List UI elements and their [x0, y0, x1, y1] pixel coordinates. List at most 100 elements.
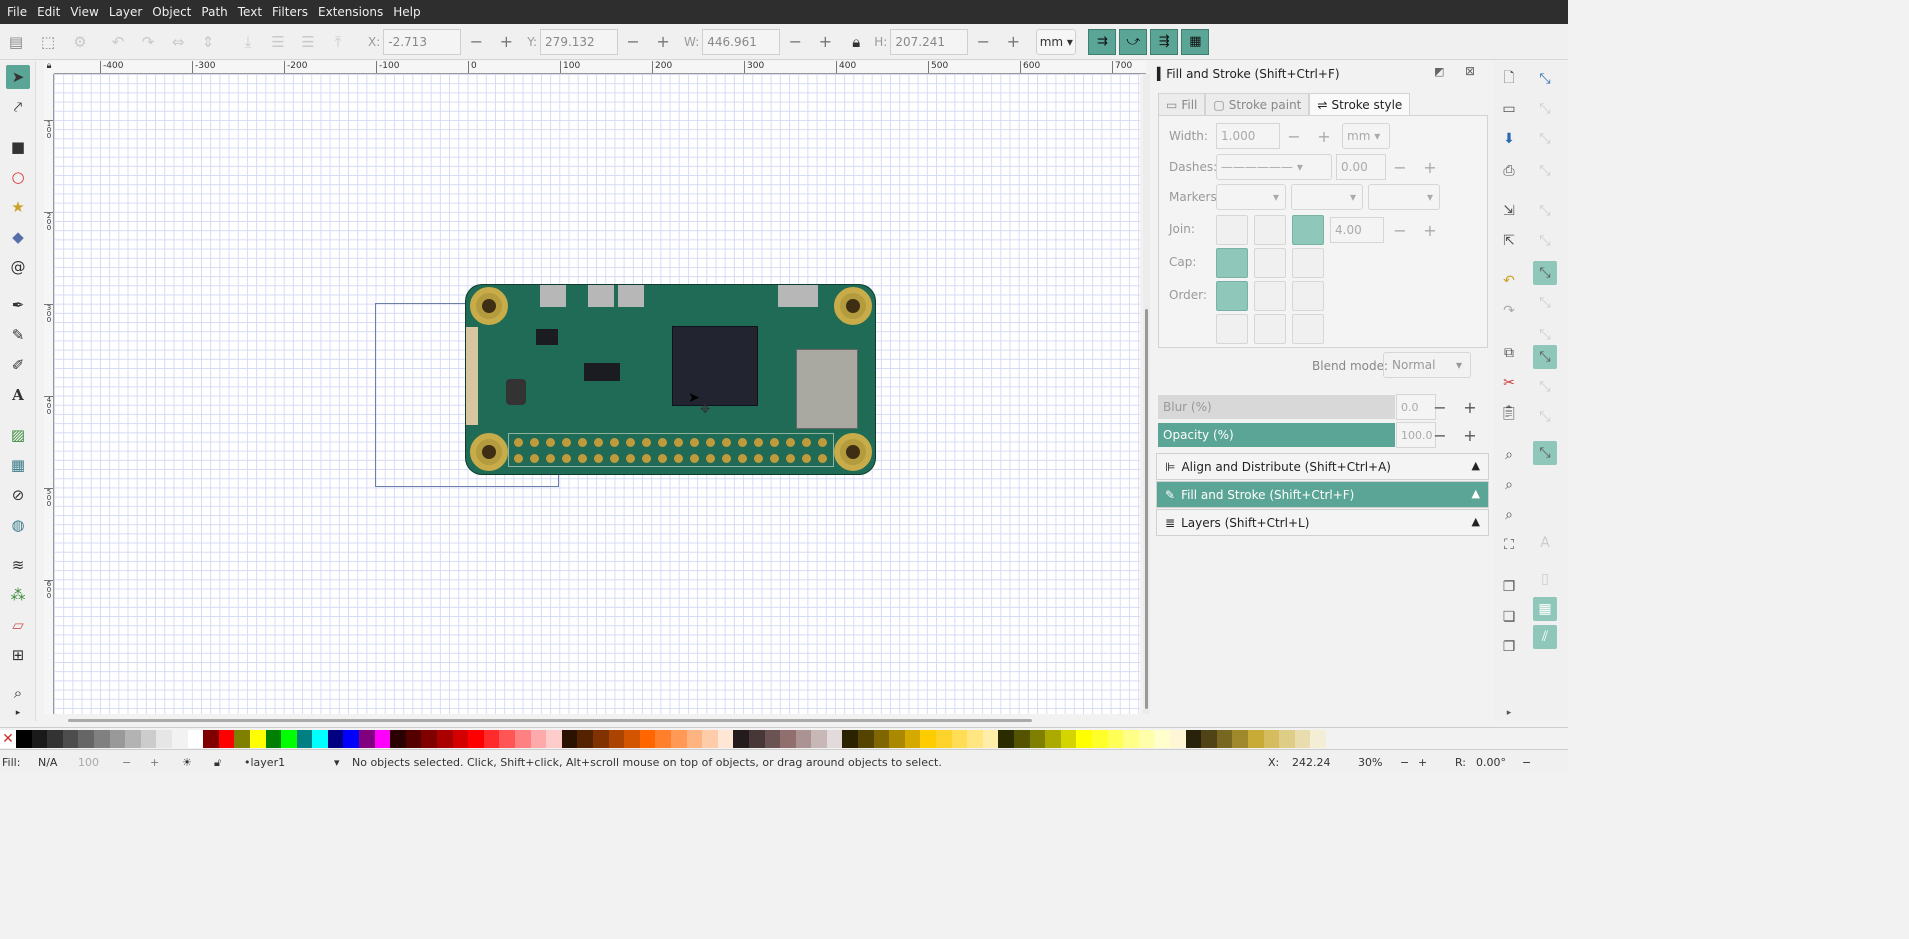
color-swatch[interactable] — [717, 729, 734, 748]
save-document-icon[interactable]: ⬇ — [1497, 127, 1521, 151]
layer-visibility-icon[interactable]: ☀ — [182, 756, 192, 769]
snap-text-baseline-icon[interactable]: A — [1533, 531, 1557, 555]
lock-ratio-icon[interactable]: 🔒︎ — [844, 30, 868, 54]
horizontal-scrollbar[interactable] — [54, 714, 1146, 726]
horizontal-scrollbar-thumb[interactable] — [68, 719, 1032, 722]
color-swatch[interactable] — [1216, 729, 1233, 748]
h-increment-button[interactable]: + — [998, 29, 1028, 55]
color-swatch[interactable] — [998, 729, 1014, 748]
print-icon[interactable]: ⎙ — [1497, 159, 1521, 183]
layer-lock-icon[interactable]: 🔓︎ — [214, 756, 221, 770]
ellipse-tool-icon[interactable]: ○ — [6, 165, 30, 189]
spray-tool-icon[interactable]: ⁂ — [6, 583, 30, 607]
transform-patterns-icon[interactable]: ▦ — [1181, 28, 1210, 55]
zoom-increment-button[interactable]: + — [1418, 756, 1427, 769]
end-marker-select[interactable]: ▾ — [1368, 184, 1440, 210]
color-swatch[interactable] — [608, 729, 625, 748]
paint-order-markers-first-icon[interactable] — [1292, 281, 1324, 311]
snap-bbox-edge-icon[interactable]: ⤡ — [1533, 127, 1557, 151]
color-swatch[interactable] — [421, 729, 438, 748]
color-swatch[interactable] — [515, 729, 531, 748]
color-swatch[interactable] — [1154, 729, 1170, 748]
drawing-canvas[interactable]: ➤ ✥ — [54, 74, 1140, 714]
opacity-decrement-button[interactable]: − — [1426, 422, 1454, 448]
vertical-scrollbar-thumb[interactable] — [1145, 309, 1148, 709]
rotation-input[interactable]: 0.00° — [1476, 756, 1506, 769]
stroke-width-value[interactable]: 100 — [78, 756, 99, 769]
selector-tool-icon[interactable]: ➤ — [6, 65, 30, 89]
round-cap-icon[interactable] — [1254, 248, 1286, 278]
unit-select[interactable]: mm ▾ — [1036, 28, 1077, 55]
unlink-clone-icon[interactable]: ❐ — [1497, 635, 1521, 659]
export-icon[interactable]: ⇱ — [1497, 229, 1521, 253]
flip-vertical-icon[interactable]: ⇕ — [196, 30, 220, 54]
color-swatch[interactable] — [982, 729, 999, 748]
dash-decrement-button[interactable]: − — [1386, 154, 1414, 180]
width-unit-select[interactable]: mm ▾ — [1342, 123, 1390, 149]
raspberry-pi-zero-image[interactable] — [466, 285, 875, 474]
transform-gradients-icon[interactable]: ⇶ — [1150, 28, 1179, 55]
color-swatch[interactable] — [748, 729, 765, 748]
square-cap-icon[interactable] — [1292, 248, 1324, 278]
snap-midpoints-icon[interactable]: ⤡ — [1533, 405, 1557, 429]
color-swatch[interactable] — [483, 729, 500, 748]
color-swatch[interactable] — [468, 729, 484, 748]
undo-icon[interactable]: ↶ — [1497, 269, 1521, 293]
stroke-increment-button[interactable]: + — [150, 756, 159, 769]
cut-icon[interactable]: ✂ — [1497, 371, 1521, 395]
color-swatch[interactable] — [967, 729, 983, 748]
color-swatch[interactable] — [218, 729, 235, 748]
select-all-layers-icon[interactable]: ⬚ — [36, 30, 60, 54]
mesh-tool-icon[interactable]: ▦ — [6, 453, 30, 477]
snap-centers-icon[interactable]: ⤡ — [1533, 441, 1557, 465]
eraser-tool-icon[interactable]: ▱ — [6, 613, 30, 637]
color-swatch[interactable] — [686, 729, 703, 748]
connector-tool-icon[interactable]: ⊞ — [6, 643, 30, 667]
zoom-drawing-icon[interactable]: ⌕ — [1497, 473, 1521, 497]
snap-cusp-icon[interactable]: ⤡ — [1533, 345, 1557, 369]
color-swatch[interactable] — [920, 729, 937, 748]
scale-corners-icon[interactable]: ⤻ — [1119, 28, 1148, 55]
gradient-tool-icon[interactable]: ▨ — [6, 423, 30, 447]
3d-box-tool-icon[interactable]: ◆ — [6, 225, 30, 249]
color-swatch[interactable] — [405, 729, 422, 748]
text-tool-icon[interactable]: A — [6, 383, 30, 407]
clone-icon[interactable]: ❏ — [1497, 605, 1521, 629]
more-commands-icon[interactable]: ▸ — [1497, 701, 1521, 725]
color-swatch[interactable] — [1014, 729, 1030, 748]
zoom-page-width-icon[interactable]: ⛶ — [1497, 533, 1521, 557]
x-input[interactable] — [383, 28, 462, 55]
color-swatch[interactable] — [31, 729, 48, 748]
paint-bucket-tool-icon[interactable]: ◍ — [6, 513, 30, 537]
rectangle-tool-icon[interactable]: ■ — [6, 135, 30, 159]
menu-help[interactable]: Help — [388, 0, 425, 24]
color-swatch[interactable] — [1263, 729, 1280, 748]
open-document-icon[interactable]: ▭ — [1497, 97, 1521, 121]
color-swatch[interactable] — [889, 729, 905, 748]
w-increment-button[interactable]: + — [810, 29, 840, 55]
color-swatch[interactable] — [655, 729, 671, 748]
color-swatch[interactable] — [281, 729, 297, 748]
color-swatch[interactable] — [312, 729, 328, 748]
zoom-decrement-button[interactable]: − — [1400, 756, 1409, 769]
color-swatch[interactable] — [62, 729, 79, 748]
w-input[interactable] — [702, 28, 781, 55]
dropper-tool-icon[interactable]: ⊘ — [6, 483, 30, 507]
color-swatch[interactable] — [795, 729, 812, 748]
color-swatch[interactable] — [140, 729, 157, 748]
color-swatch[interactable] — [904, 729, 921, 748]
color-swatch[interactable] — [951, 729, 968, 748]
menu-file[interactable]: File — [2, 0, 32, 24]
color-swatch[interactable] — [156, 729, 172, 748]
h-input[interactable] — [890, 28, 969, 55]
snap-bbox-icon[interactable]: ⤡ — [1533, 97, 1557, 121]
start-marker-select[interactable]: ▾ — [1216, 184, 1286, 210]
color-swatch[interactable] — [125, 729, 141, 748]
menu-object[interactable]: Object — [147, 0, 196, 24]
color-swatch[interactable] — [624, 729, 640, 748]
color-swatch[interactable] — [561, 729, 578, 748]
color-swatch[interactable] — [1029, 729, 1046, 748]
color-swatch[interactable] — [936, 729, 952, 748]
color-swatch[interactable] — [1076, 729, 1092, 748]
round-join-icon[interactable] — [1254, 215, 1286, 245]
